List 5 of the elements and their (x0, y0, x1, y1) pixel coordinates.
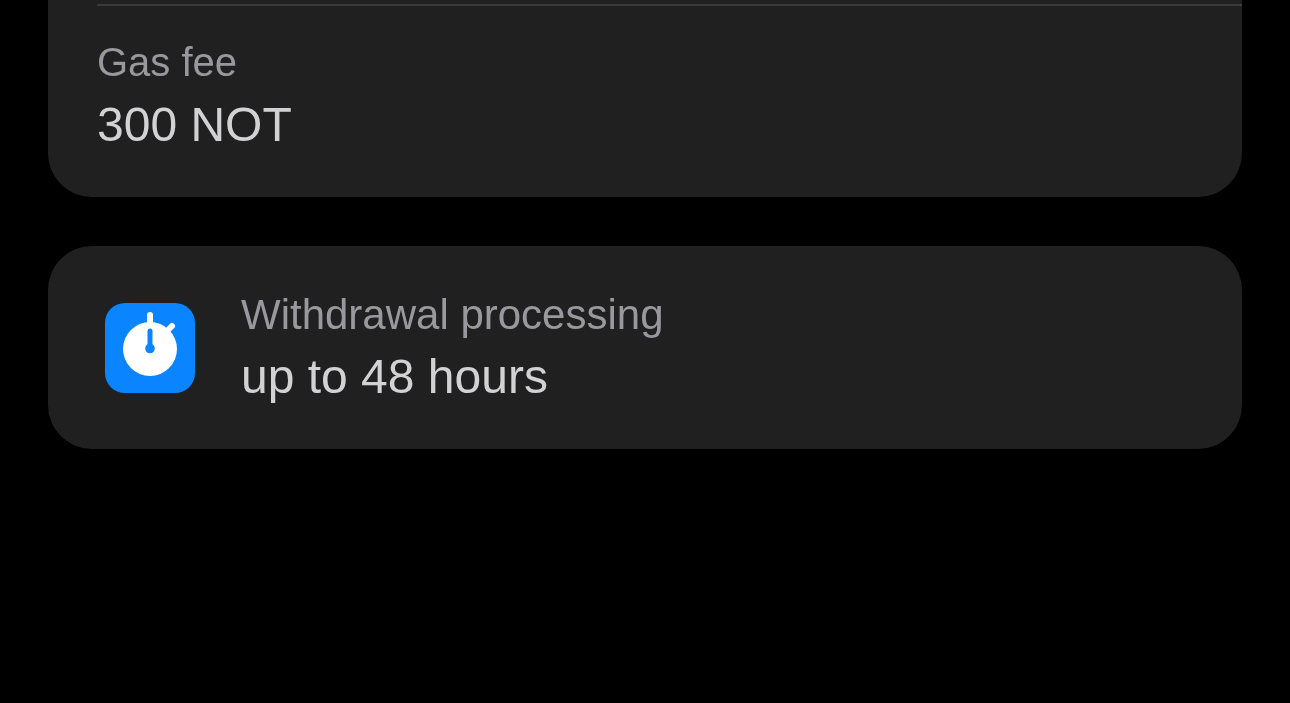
stopwatch-icon (105, 302, 195, 393)
gas-fee-label: Gas fee (97, 39, 238, 86)
gas-fee-value: 300 NOT (97, 97, 292, 153)
processing-label: Withdrawal processing (241, 290, 664, 339)
processing-time: up to 48 hours (241, 348, 548, 405)
